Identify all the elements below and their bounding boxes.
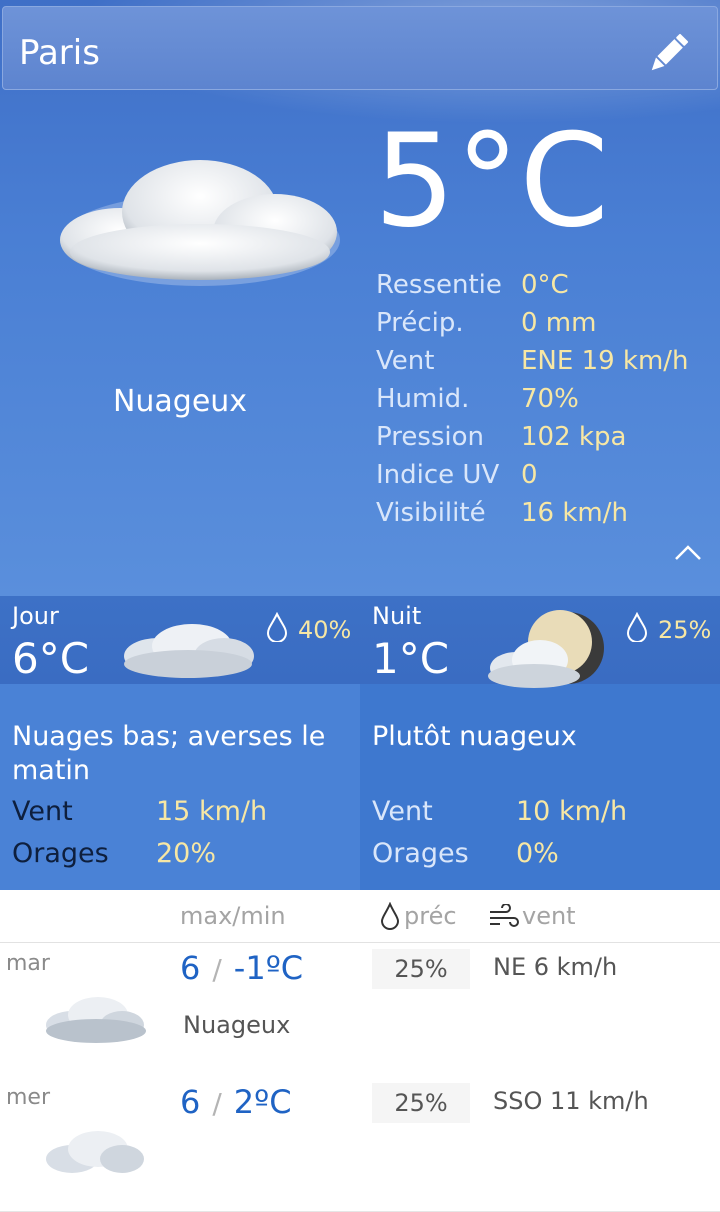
forecast-temp: 6/-1ºC (180, 949, 304, 987)
forecast-wind: NE 6 km/h (493, 953, 618, 981)
night-temperature: 1°C (372, 634, 450, 683)
city-name: Paris (19, 33, 100, 73)
current-condition: Nuageux (112, 384, 248, 419)
night-forecast-panel[interactable]: Nuit 1°C 25% Plutôt nuageux Vent 10 km/h… (360, 596, 720, 890)
night-label: Nuit (372, 602, 422, 630)
header-maxmin: max/min (180, 902, 286, 930)
cloud-icon (124, 624, 254, 678)
day-header: Jour 6°C 40% (0, 596, 360, 684)
night-precip: 25% (658, 616, 712, 644)
detail-value: 102 kpa (521, 422, 627, 452)
forecast-max: 6 (180, 1083, 201, 1121)
day-storm-value: 20% (156, 838, 217, 869)
day-description: Nuages bas; averses le matin (12, 721, 326, 786)
detail-value: 0°C (521, 270, 569, 300)
day-wind-label: Vent (12, 796, 73, 827)
header-wind: vent (522, 902, 576, 930)
night-storm-value: 0% (516, 838, 559, 869)
detail-value: ENE 19 km/h (521, 346, 689, 376)
forecast-precip: 25% (372, 949, 470, 989)
forecast-precip: 25% (372, 1083, 470, 1123)
detail-precip: Précip. 0 mm (376, 308, 706, 346)
drop-icon (266, 612, 288, 642)
detail-value: 0 mm (521, 308, 597, 338)
detail-label: Indice UV (376, 460, 500, 490)
day-label: Jour (12, 602, 59, 630)
chevron-up-icon[interactable] (674, 542, 702, 562)
forecast-temp: 6/2ºC (180, 1083, 292, 1121)
night-storm-label: Orages (372, 838, 469, 869)
detail-value: 0 (521, 460, 538, 490)
cloud-icon (46, 997, 146, 1043)
day-storm-label: Orages (12, 838, 109, 869)
forecast-day: mer (6, 1085, 51, 1110)
drop-icon (626, 612, 648, 642)
detail-label: Précip. (376, 308, 464, 338)
detail-label: Vent (376, 346, 435, 376)
drop-icon (380, 902, 400, 930)
day-precip: 40% (298, 616, 352, 644)
detail-pressure: Pression 102 kpa (376, 422, 706, 460)
cloud-icon (60, 160, 340, 286)
night-wind-label: Vent (372, 796, 433, 827)
cloud-icon (46, 1131, 144, 1173)
detail-uv: Indice UV 0 (376, 460, 706, 498)
detail-wind: Vent ENE 19 km/h (376, 346, 706, 384)
forecast-day: mar (6, 951, 50, 976)
forecast-header: max/min préc vent (0, 890, 720, 943)
wind-icon (490, 904, 519, 927)
current-weather-panel: Paris Nuageux 5°C Ressentie 0°C Précip. … (0, 0, 720, 596)
forecast-row[interactable]: mar 6/-1ºC Nuageux 25% NE 6 km/h (0, 943, 720, 1078)
details-list: Ressentie 0°C Précip. 0 mm Vent ENE 19 k… (376, 270, 706, 536)
current-temperature: 5°C (374, 107, 609, 256)
detail-label: Pression (376, 422, 485, 452)
night-header: Nuit 1°C 25% (360, 596, 720, 688)
day-wind-value: 15 km/h (156, 796, 268, 827)
moon-cloud-icon (488, 610, 604, 688)
day-forecast-panel[interactable]: Jour 6°C 40% Nuages bas; averses le mati… (0, 596, 360, 890)
detail-label: Ressentie (376, 270, 502, 300)
pencil-icon[interactable] (643, 29, 693, 79)
header-precip: préc (404, 902, 457, 930)
forecast-wind: SSO 11 km/h (493, 1087, 649, 1115)
detail-value: 16 km/h (521, 498, 628, 528)
detail-label: Humid. (376, 384, 470, 414)
detail-label: Visibilité (376, 498, 486, 528)
detail-humidity: Humid. 70% (376, 384, 706, 422)
detail-value: 70% (521, 384, 579, 414)
forecast-row[interactable]: mer 6/2ºC 25% SSO 11 km/h (0, 1077, 720, 1212)
day-temperature: 6°C (12, 634, 90, 683)
night-wind-value: 10 km/h (516, 796, 628, 827)
forecast-min: -1ºC (233, 949, 304, 987)
detail-visibility: Visibilité 16 km/h (376, 498, 706, 536)
forecast-condition: Nuageux (183, 1011, 291, 1039)
forecast-max: 6 (180, 949, 201, 987)
night-description: Plutôt nuageux (372, 721, 577, 752)
city-bar[interactable]: Paris (2, 6, 718, 90)
forecast-min: 2ºC (233, 1083, 292, 1121)
detail-feels-like: Ressentie 0°C (376, 270, 706, 308)
